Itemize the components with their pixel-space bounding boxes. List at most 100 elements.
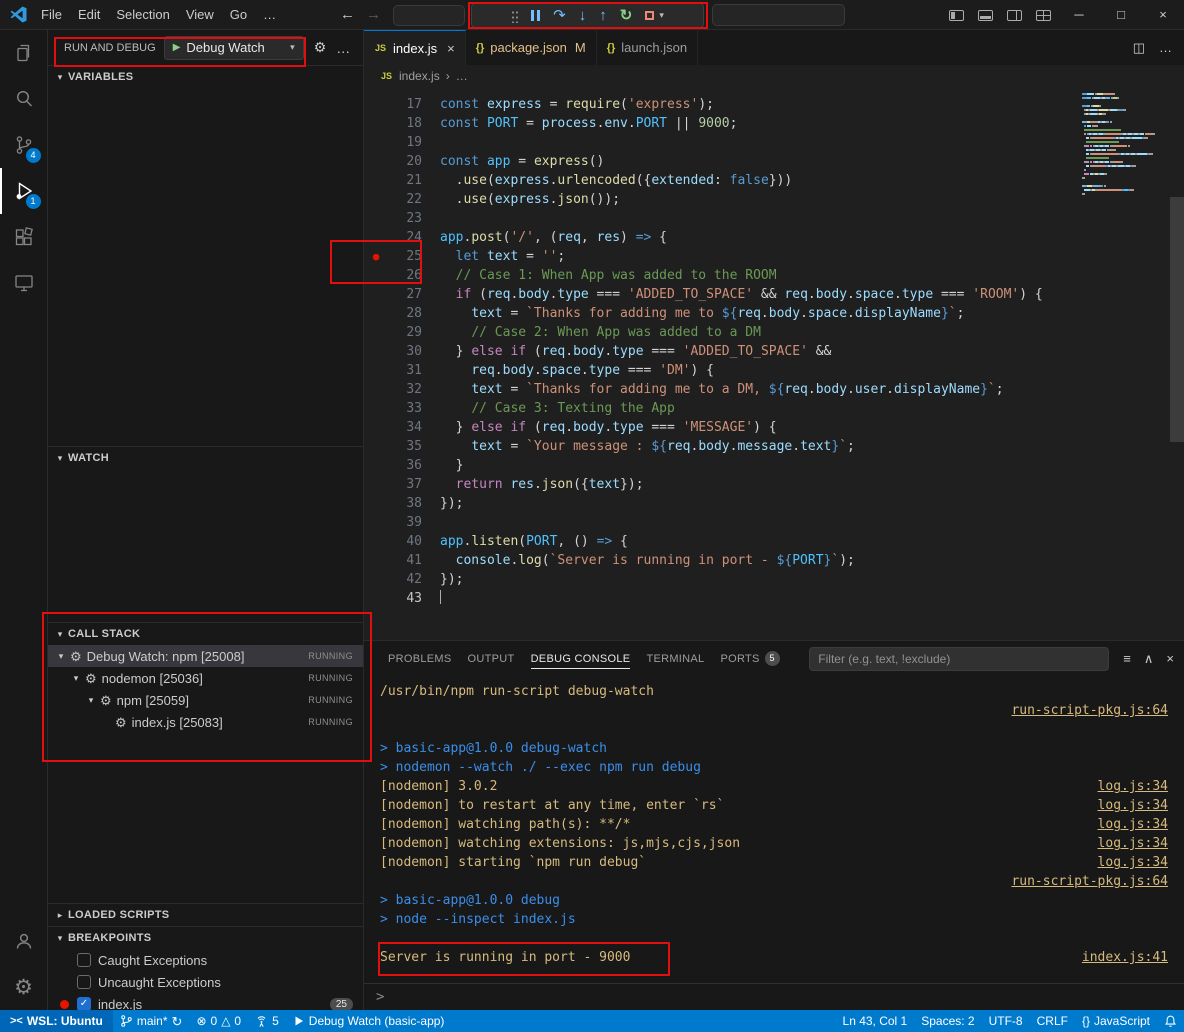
stop-button[interactable] [645, 11, 654, 20]
console-source-link[interactable]: run-script-pkg.js:64 [1011, 701, 1176, 720]
breakpoint-gutter[interactable] [364, 437, 388, 456]
breakpoint-gutter[interactable] [364, 342, 388, 361]
minimap[interactable] [1078, 87, 1170, 201]
tab-debug-console[interactable]: DEBUG CONSOLE [523, 641, 639, 676]
toggle-panel-icon[interactable] [978, 10, 993, 21]
code-text[interactable]: .use(express.urlencoded({extended: false… [440, 171, 792, 190]
breakpoint-gutter[interactable] [364, 152, 388, 171]
code-text[interactable]: console.log(`Server is running in port -… [440, 551, 855, 570]
breakpoint-gutter[interactable] [364, 190, 388, 209]
call-stack-session[interactable]: ▾⚙npm [25059]RUNNING [48, 689, 363, 711]
branch-indicator[interactable]: main* ↻ [113, 1010, 190, 1032]
breakpoint-gutter[interactable] [364, 418, 388, 437]
code-text[interactable]: // Case 1: When App was added to the ROO… [440, 266, 777, 285]
code-text[interactable]: text = `Thanks for adding me to a DM, ${… [440, 380, 1004, 399]
console-source-link[interactable]: run-script-pkg.js:64 [1011, 872, 1176, 891]
breadcrumb-file[interactable]: index.js [399, 69, 440, 83]
tab-launch-json[interactable]: {} launch.json [597, 30, 698, 65]
code-text[interactable]: text = `Thanks for adding me to ${req.bo… [440, 304, 964, 323]
console-source-link[interactable]: index.js:41 [1082, 948, 1176, 967]
sync-icon[interactable]: ↻ [172, 1016, 183, 1027]
maximize-panel-icon[interactable]: ∧ [1144, 651, 1154, 667]
command-center-left[interactable] [393, 5, 465, 26]
breakpoint-gutter[interactable] [364, 551, 388, 570]
step-into-button[interactable]: ↓ [579, 8, 587, 23]
code-text[interactable]: return res.json({text}); [440, 475, 644, 494]
scrollbar-thumb[interactable] [1170, 197, 1184, 442]
more-actions-icon[interactable]: … [336, 40, 350, 56]
console-source-link[interactable]: log.js:34 [1098, 815, 1176, 834]
variables-header[interactable]: ▾ VARIABLES [48, 66, 363, 88]
breakpoint-gutter[interactable] [364, 285, 388, 304]
command-center[interactable] [712, 4, 845, 26]
breadcrumb[interactable]: JS index.js › … [364, 65, 1184, 87]
tab-terminal[interactable]: TERMINAL [638, 641, 712, 676]
pause-button[interactable] [531, 10, 540, 21]
breakpoint-gutter[interactable] [364, 95, 388, 114]
back-icon[interactable]: ← [340, 0, 355, 30]
console-source-link[interactable]: log.js:34 [1098, 796, 1176, 815]
call-stack-session[interactable]: ⚙index.js [25083]RUNNING [48, 711, 363, 733]
sidebar-item-source-control[interactable]: 4 [0, 122, 48, 168]
code-text[interactable]: // Case 3: Texting the App [440, 399, 675, 418]
breakpoint-gutter[interactable] [364, 266, 388, 285]
code-text[interactable]: app.post('/', (req, res) => { [440, 228, 667, 247]
debug-config-picker[interactable]: ▶ Debug Watch ▾ [164, 36, 304, 60]
maximize-button[interactable]: □ [1100, 0, 1142, 30]
breakpoint-gutter[interactable] [364, 304, 388, 323]
sidebar-item-explorer[interactable] [0, 30, 48, 76]
customize-layout-icon[interactable] [1036, 10, 1051, 21]
code-text[interactable] [440, 589, 441, 608]
breakpoint-gutter[interactable] [364, 532, 388, 551]
tab-problems[interactable]: PROBLEMS [380, 641, 460, 676]
console-source-link[interactable]: log.js:34 [1098, 777, 1176, 796]
notifications-bell[interactable] [1157, 1010, 1184, 1032]
breakpoint-gutter[interactable] [364, 209, 388, 228]
call-stack-session[interactable]: ▾⚙Debug Watch: npm [25008]RUNNING [48, 645, 363, 667]
code-text[interactable]: let text = ''; [440, 247, 565, 266]
console-source-link[interactable]: log.js:34 [1098, 853, 1176, 872]
chevron-down-icon[interactable]: ▾ [84, 695, 98, 706]
breakpoint-gutter[interactable] [364, 475, 388, 494]
editor[interactable]: 17const express = require('express');18c… [364, 87, 1184, 640]
ports-indicator[interactable]: 5 [248, 1010, 286, 1032]
loaded-scripts-header[interactable]: ▸ LOADED SCRIPTS [48, 904, 363, 926]
watch-header[interactable]: ▾ WATCH [48, 447, 363, 469]
menu-edit[interactable]: Edit [70, 0, 108, 30]
breakpoint-gutter[interactable] [364, 399, 388, 418]
console-source-link[interactable]: log.js:34 [1098, 834, 1176, 853]
menu-view[interactable]: View [178, 0, 222, 30]
breakpoint-gutter[interactable] [364, 228, 388, 247]
code-text[interactable]: const express = require('express'); [440, 95, 714, 114]
code-text[interactable]: const PORT = process.env.PORT || 9000; [440, 114, 737, 133]
breakpoint-gutter[interactable] [364, 114, 388, 133]
breakpoint-gutter[interactable] [364, 171, 388, 190]
code-text[interactable]: if (req.body.type === 'ADDED_TO_SPACE' &… [440, 285, 1043, 304]
breakpoint-gutter[interactable] [364, 589, 388, 608]
code-text[interactable]: }); [440, 570, 463, 589]
sidebar-item-extensions[interactable] [0, 214, 48, 260]
close-icon[interactable]: × [447, 41, 455, 56]
menu-selection[interactable]: Selection [108, 0, 177, 30]
restart-button[interactable]: ↻ [620, 8, 633, 23]
chevron-down-icon[interactable]: ▾ [659, 10, 664, 21]
breakpoint-row[interactable]: Caught Exceptions [48, 949, 363, 971]
language-indicator[interactable]: {} JavaScript [1075, 1010, 1157, 1032]
breakpoint-checkbox[interactable]: ✓ [77, 997, 91, 1011]
chevron-down-icon[interactable]: ▾ [69, 673, 83, 684]
close-panel-icon[interactable]: × [1166, 651, 1174, 666]
code-text[interactable]: .use(express.json()); [440, 190, 620, 209]
breakpoint-gutter[interactable] [364, 380, 388, 399]
debug-settings-gear-icon[interactable]: ⚙ [314, 39, 327, 56]
code-text[interactable]: app.listen(PORT, () => { [440, 532, 628, 551]
code-text[interactable]: }); [440, 494, 463, 513]
step-out-button[interactable]: ↑ [599, 8, 607, 23]
breakpoint-gutter[interactable] [364, 570, 388, 589]
code-text[interactable]: } else if (req.body.type === 'MESSAGE') … [440, 418, 777, 437]
breakpoint-gutter[interactable] [364, 361, 388, 380]
console-options-icon[interactable]: ≡ [1123, 651, 1131, 666]
eol-indicator[interactable]: CRLF [1030, 1010, 1075, 1032]
problems-indicator[interactable]: ⊗ 0 △ 0 [189, 1010, 248, 1032]
drag-handle[interactable] [511, 9, 518, 23]
close-window-button[interactable]: × [1142, 0, 1184, 30]
